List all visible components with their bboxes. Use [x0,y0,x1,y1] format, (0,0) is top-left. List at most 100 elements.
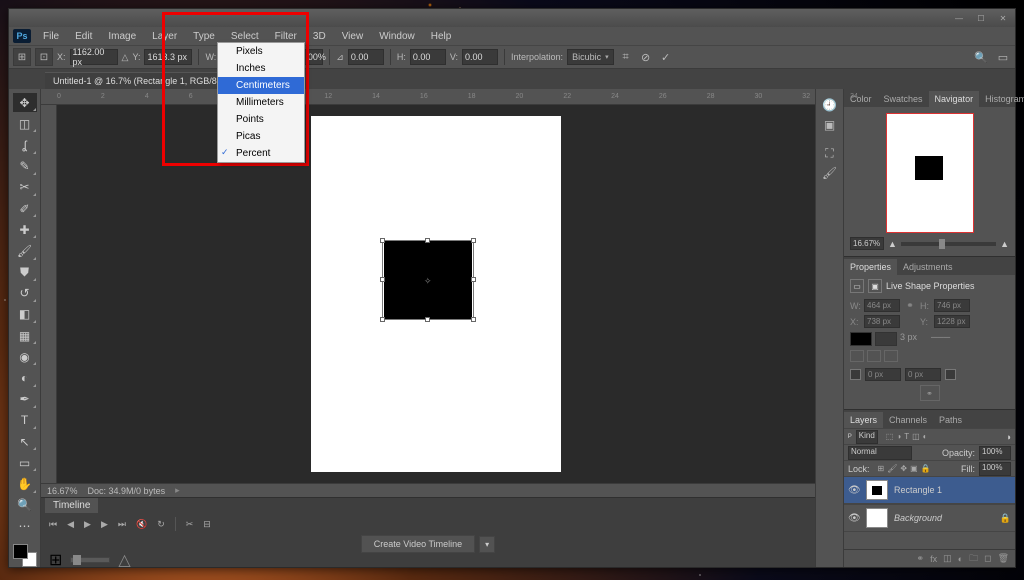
angle-field[interactable]: 0.00 [348,49,384,65]
transform-handle[interactable] [425,238,430,243]
play-icon[interactable]: ▶ [84,519,91,530]
gradient-tool[interactable]: ▦ [13,326,37,345]
filter-toggle-icon[interactable]: ◑ [1006,432,1011,442]
create-video-timeline-button[interactable]: Create Video Timeline [361,535,475,553]
props-y-field[interactable]: 1228 px [934,315,970,328]
zoom-readout[interactable]: 16.67% [47,486,78,496]
cancel-transform-icon[interactable]: ⊘ [638,49,654,65]
layer-thumbnail[interactable] [866,480,888,500]
path-select-tool[interactable]: ↖ [13,432,37,451]
tab-properties[interactable]: Properties [844,259,897,275]
corner-tl-field[interactable]: 0 px [865,368,901,381]
pen-tool[interactable]: ✒ [13,390,37,409]
tab-swatches[interactable]: Swatches [878,91,929,107]
menu-3d[interactable]: 3D [305,27,334,45]
units-percent[interactable]: ✓Percent [218,145,304,162]
prev-frame-icon[interactable]: ◀ [67,519,74,530]
tab-paths[interactable]: Paths [933,412,968,428]
units-inches[interactable]: Inches [218,60,304,77]
menu-layer[interactable]: Layer [144,27,185,45]
filter-pixel-icon[interactable]: ⬚ [886,432,894,441]
reference-point-icon[interactable]: ⊡ [35,48,53,66]
healing-tool[interactable]: ✚ [13,220,37,239]
layer-thumbnail[interactable] [866,508,888,528]
doc-size-readout[interactable]: Doc: 34.9M/0 bytes [88,486,166,496]
lock-icon[interactable]: 🔒 [1000,513,1011,524]
mute-icon[interactable]: 🔇 [136,519,147,530]
menu-help[interactable]: Help [423,27,460,45]
last-frame-icon[interactable]: ⏭ [118,519,126,530]
stroke-width-field[interactable]: 3 px [900,332,928,346]
transform-handle[interactable] [471,277,476,282]
new-layer-icon[interactable]: ◻ [984,553,991,564]
lasso-tool[interactable]: ʆ [13,135,37,154]
brush-settings-icon[interactable]: ⛶ [821,145,839,161]
visibility-icon[interactable]: 👁 [848,513,860,524]
layer-mask-icon[interactable]: ◫ [943,553,952,564]
zoom-tool[interactable]: 🔍 [13,496,37,515]
document-canvas[interactable]: ✧ [311,116,561,472]
dodge-tool[interactable]: ◐ [13,368,37,387]
stroke-color-swatch[interactable] [875,332,897,346]
workspace-icon[interactable]: ▭ [995,49,1011,65]
frame-mode-icon[interactable]: ⊞ [49,550,62,570]
menu-edit[interactable]: Edit [67,27,100,45]
history-brush-tool[interactable]: ↺ [13,284,37,303]
transform-handle[interactable] [471,238,476,243]
hskew-field[interactable]: 0.00 [410,49,446,65]
document-tab[interactable]: Untitled-1 @ 16.7% (Rectangle 1, RGB/8) … [45,72,241,89]
loop-icon[interactable]: ↻ [157,519,165,530]
lock-position-icon[interactable]: ✥ [900,464,907,473]
tab-navigator[interactable]: Navigator [929,91,980,107]
zoom-out-icon[interactable]: ▲ [888,239,897,249]
commit-transform-icon[interactable]: ✓ [658,49,674,65]
visibility-icon[interactable]: 👁 [848,485,860,496]
quick-select-tool[interactable]: ✎ [13,157,37,176]
actions-panel-icon[interactable]: ▣ [821,117,839,133]
move-tool[interactable]: ✥ [13,93,37,112]
menu-window[interactable]: Window [371,27,423,45]
edit-toolbar[interactable]: ⋯ [13,517,37,536]
units-millimeters[interactable]: Millimeters [218,94,304,111]
layer-name[interactable]: Background [894,513,942,523]
type-tool[interactable]: T [13,411,37,430]
transform-handle[interactable] [380,238,385,243]
props-width-field[interactable]: 464 px [864,299,900,312]
navigator-thumbnail[interactable] [886,113,974,233]
filter-smart-icon[interactable]: ◐ [923,432,928,441]
units-picas[interactable]: Picas [218,128,304,145]
navigator-zoom-slider[interactable] [901,242,996,246]
units-pixels[interactable]: Pixels [218,43,304,60]
menu-view[interactable]: View [334,27,372,45]
stroke-style-select[interactable]: ─── [931,332,971,346]
minimize-button[interactable]: — [951,13,967,23]
shape-tool[interactable]: ▭ [13,453,37,472]
vertical-ruler[interactable] [41,105,57,483]
tab-layers[interactable]: Layers [844,412,883,428]
x-field[interactable]: 1162.00 px [70,49,118,65]
layer-filter-select[interactable]: Kind [856,430,878,444]
fill-field[interactable]: 100% [979,462,1011,476]
stroke-align-icon[interactable] [850,350,864,362]
lock-pixels-icon[interactable]: 🖌 [887,464,897,473]
delta-icon[interactable]: △ [122,52,129,63]
corner-tr-check[interactable] [945,369,956,380]
transform-tool-icon[interactable]: ⊞ [13,48,31,66]
lock-all-icon[interactable]: 🔒 [921,464,931,473]
layer-name[interactable]: Rectangle 1 [894,485,942,495]
props-height-field[interactable]: 746 px [934,299,970,312]
interpolation-select[interactable]: Bicubic [567,49,614,65]
layer-item-rectangle[interactable]: 👁 Rectangle 1 [844,476,1015,504]
horizontal-ruler[interactable]: 0246810121416182022242628303234 [41,89,815,105]
filter-type-icon[interactable]: T [904,432,909,441]
lock-transparency-icon[interactable]: ⊞ [878,464,885,473]
marquee-tool[interactable]: ◫ [13,114,37,133]
transform-bounding-box[interactable]: ✧ [382,240,474,320]
lock-artboard-icon[interactable]: ▣ [910,464,918,473]
link-layers-icon[interactable]: ⚭ [917,553,925,564]
app-logo[interactable]: Ps [13,29,31,43]
eraser-tool[interactable]: ◧ [13,305,37,324]
stamp-tool[interactable]: ⛊ [13,263,37,282]
transition-icon[interactable]: ⊟ [203,519,211,530]
props-x-field[interactable]: 738 px [864,315,900,328]
